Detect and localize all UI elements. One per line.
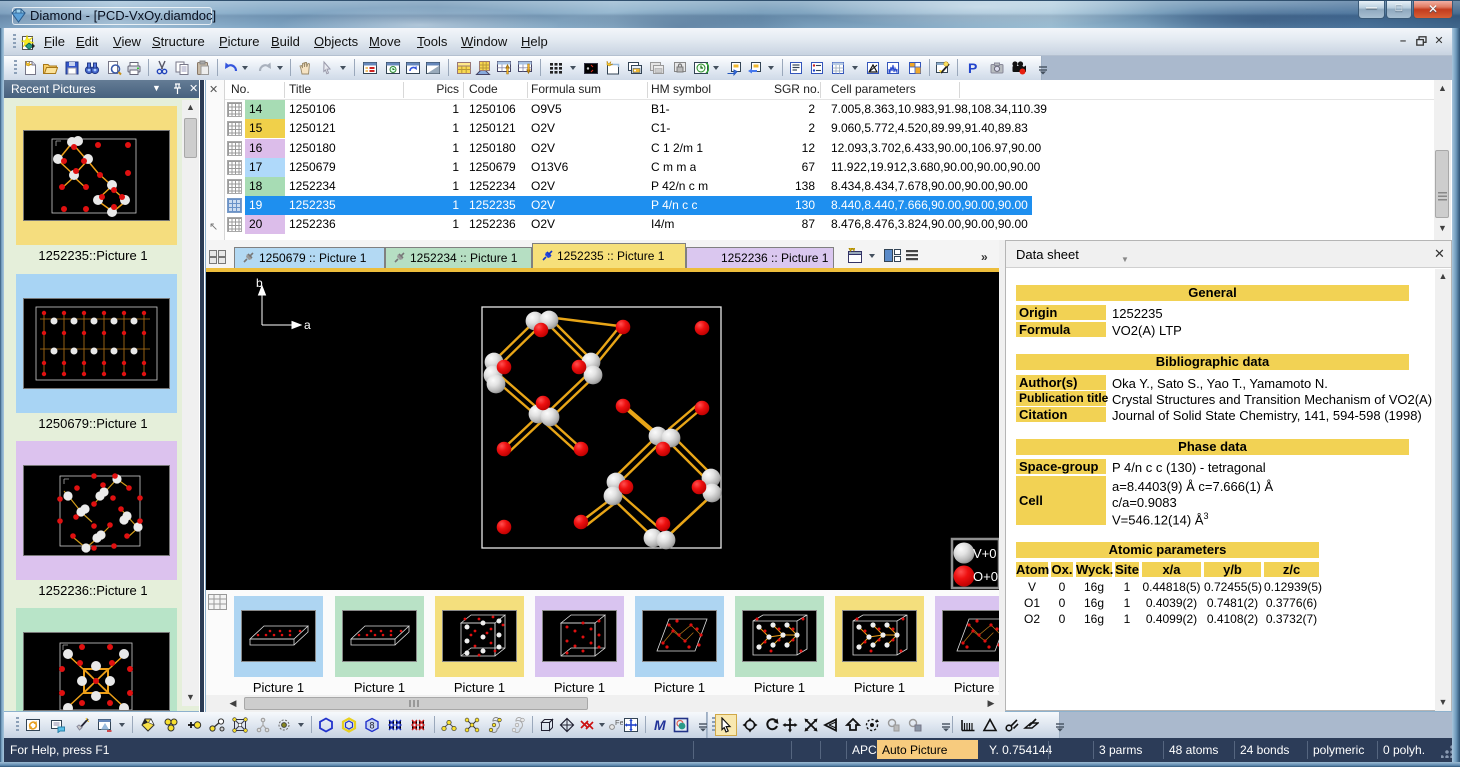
svg-text:Fe: Fe (615, 718, 623, 727)
svg-text:M: M (654, 717, 666, 733)
svg-text:a: a (304, 318, 311, 332)
svg-text:P: P (968, 60, 977, 76)
svg-text:b: b (256, 276, 263, 290)
svg-text:O+0: O+0 (973, 569, 998, 584)
svg-text:8: 8 (370, 721, 375, 731)
svg-text:V+0: V+0 (973, 546, 997, 561)
